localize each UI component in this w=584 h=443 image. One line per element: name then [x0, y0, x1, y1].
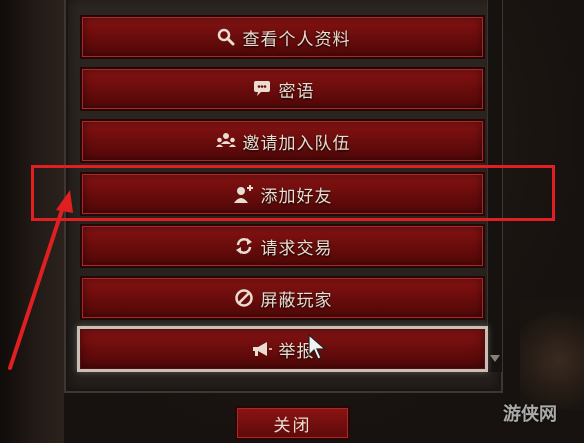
annotation-arrow-icon: [8, 190, 73, 370]
watermark: 游侠网: [503, 404, 557, 425]
mouse-cursor-icon: [308, 333, 327, 360]
